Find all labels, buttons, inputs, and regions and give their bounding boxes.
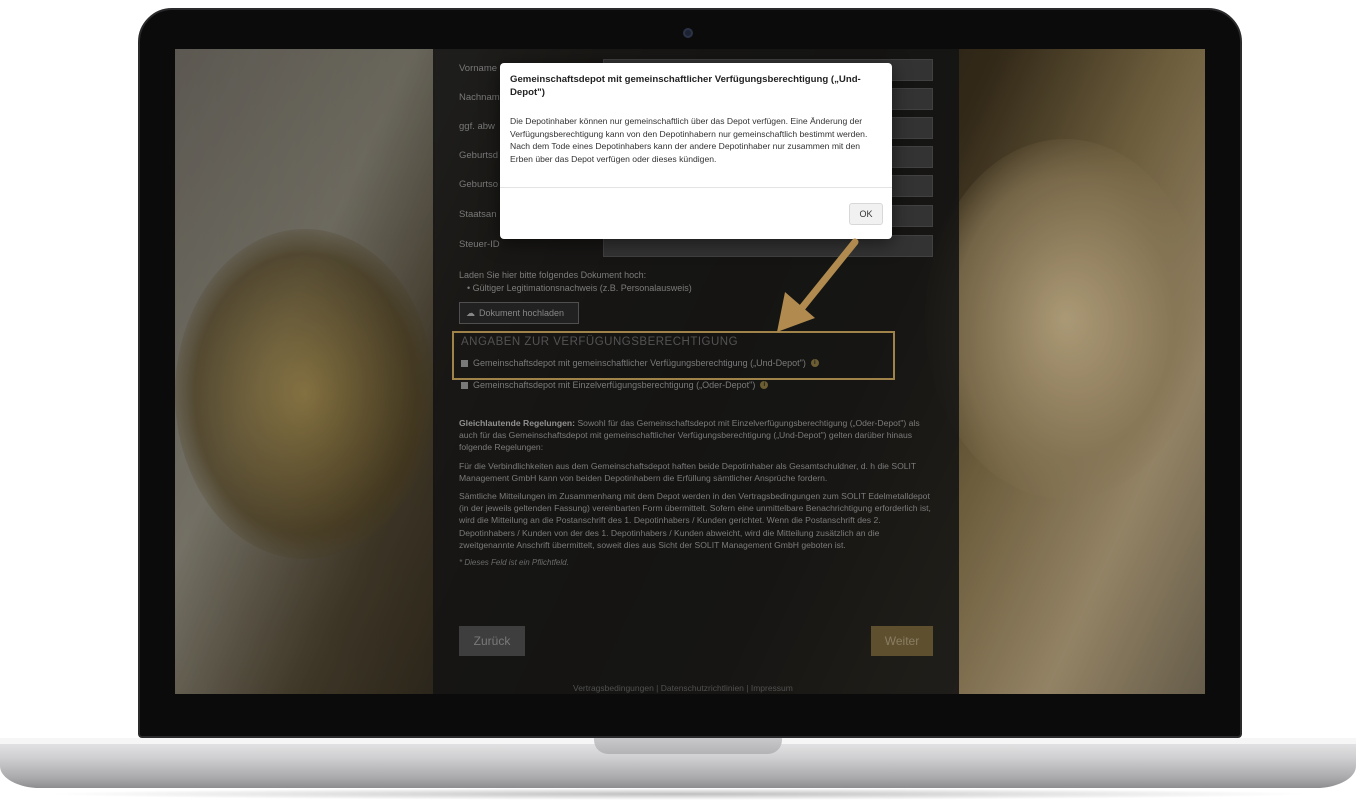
modal-divider xyxy=(500,187,892,188)
laptop-notch xyxy=(594,738,782,754)
laptop-mockup: Vorname Nachname ggf. abw Geburtsd Gebur… xyxy=(0,0,1356,803)
laptop-shadow xyxy=(40,788,1316,800)
arrow-icon xyxy=(777,238,859,332)
ok-button[interactable]: OK xyxy=(849,203,883,225)
info-modal: Gemeinschaftsdepot mit gemeinschaftliche… xyxy=(500,63,892,239)
modal-title: Gemeinschaftsdepot mit gemeinschaftliche… xyxy=(510,74,861,98)
camera-icon xyxy=(683,28,693,38)
screen: Vorname Nachname ggf. abw Geburtsd Gebur… xyxy=(175,49,1205,694)
modal-body: Die Depotinhaber können nur gemeinschaft… xyxy=(510,116,868,164)
